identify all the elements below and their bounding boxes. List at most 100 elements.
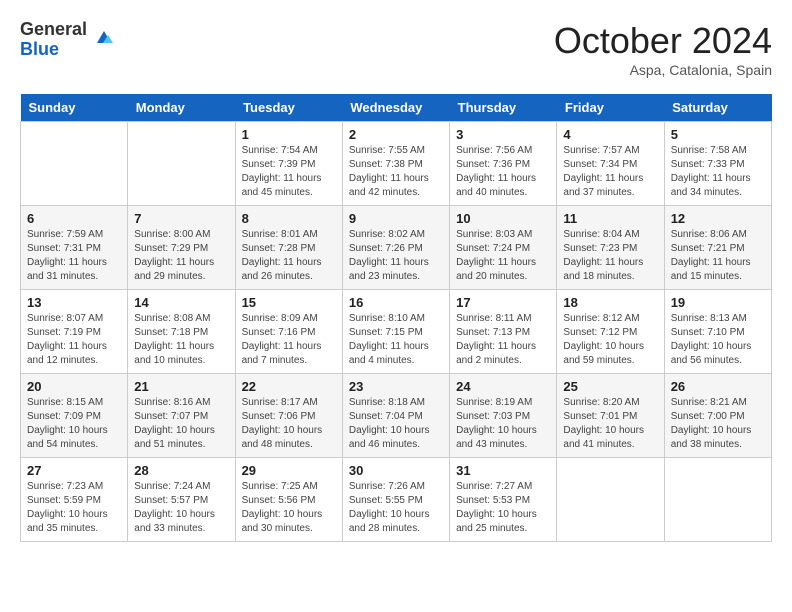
day-number: 31 [456,463,550,478]
calendar-cell: 23Sunrise: 8:18 AM Sunset: 7:04 PM Dayli… [342,374,449,458]
logo-general-text: General [20,20,87,40]
day-number: 10 [456,211,550,226]
day-detail: Sunrise: 8:02 AM Sunset: 7:26 PM Dayligh… [349,228,443,284]
day-number: 19 [671,295,765,310]
day-number: 7 [134,211,228,226]
logo-blue-text: Blue [20,40,87,60]
day-detail: Sunrise: 8:13 AM Sunset: 7:10 PM Dayligh… [671,312,765,368]
calendar-cell [128,122,235,206]
day-detail: Sunrise: 7:24 AM Sunset: 5:57 PM Dayligh… [134,480,228,536]
location-subtitle: Aspa, Catalonia, Spain [554,62,772,78]
day-detail: Sunrise: 8:01 AM Sunset: 7:28 PM Dayligh… [242,228,336,284]
day-number: 9 [349,211,443,226]
calendar-cell: 12Sunrise: 8:06 AM Sunset: 7:21 PM Dayli… [664,206,771,290]
logo: General Blue [20,20,119,60]
day-number: 8 [242,211,336,226]
calendar-cell: 21Sunrise: 8:16 AM Sunset: 7:07 PM Dayli… [128,374,235,458]
day-detail: Sunrise: 8:10 AM Sunset: 7:15 PM Dayligh… [349,312,443,368]
calendar-cell: 4 Sunrise: 7:57 AM Sunset: 7:34 PM Daylig… [557,122,664,206]
day-number: 29 [242,463,336,478]
day-number: 13 [27,295,121,310]
day-number: 28 [134,463,228,478]
calendar-cell: 26 Sunrise: 8:21 AM Sunset: 7:00 PM Dayli… [664,374,771,458]
day-number: 4 [563,127,657,142]
day-number: 24 [456,379,550,394]
day-detail: Sunrise: 8:04 AM Sunset: 7:23 PM Dayligh… [563,228,657,284]
day-detail: Sunrise: 7:57 AM Sunset: 7:34 PM Dayligh… [563,144,657,200]
day-number: 27 [27,463,121,478]
day-detail: Sunrise: 8:03 AM Sunset: 7:24 PM Dayligh… [456,228,550,284]
calendar-cell [557,458,664,542]
calendar-cell: 29 Sunrise: 7:25 AM Sunset: 5:56 PM Dayli… [235,458,342,542]
day-detail: Sunrise: 8:07 AM Sunset: 7:19 PM Dayligh… [27,312,121,368]
calendar-cell: 13 Sunrise: 8:07 AM Sunset: 7:19 PM Dayli… [21,290,128,374]
calendar-week-row: 1 Sunrise: 7:54 AM Sunset: 7:39 PM Daylig… [21,122,772,206]
day-detail: Sunrise: 7:54 AM Sunset: 7:39 PM Dayligh… [242,144,336,200]
calendar-cell: 11 Sunrise: 8:04 AM Sunset: 7:23 PM Dayli… [557,206,664,290]
day-number: 18 [563,295,657,310]
day-detail: Sunrise: 7:26 AM Sunset: 5:55 PM Dayligh… [349,480,443,536]
day-detail: Sunrise: 8:20 AM Sunset: 7:01 PM Dayligh… [563,396,657,452]
calendar-cell: 16 Sunrise: 8:10 AM Sunset: 7:15 PM Dayli… [342,290,449,374]
column-header-sunday: Sunday [21,94,128,122]
day-number: 3 [456,127,550,142]
calendar-cell: 31 Sunrise: 7:27 AM Sunset: 5:53 PM Dayli… [450,458,557,542]
day-number: 22 [242,379,336,394]
day-detail: Sunrise: 7:56 AM Sunset: 7:36 PM Dayligh… [456,144,550,200]
column-header-tuesday: Tuesday [235,94,342,122]
day-detail: Sunrise: 7:55 AM Sunset: 7:38 PM Dayligh… [349,144,443,200]
calendar-week-row: 6Sunrise: 7:59 AM Sunset: 7:31 PM Daylig… [21,206,772,290]
day-detail: Sunrise: 8:21 AM Sunset: 7:00 PM Dayligh… [671,396,765,452]
calendar-week-row: 20Sunrise: 8:15 AM Sunset: 7:09 PM Dayli… [21,374,772,458]
day-detail: Sunrise: 7:27 AM Sunset: 5:53 PM Dayligh… [456,480,550,536]
calendar-cell: 22 Sunrise: 8:17 AM Sunset: 7:06 PM Dayli… [235,374,342,458]
calendar-cell: 25 Sunrise: 8:20 AM Sunset: 7:01 PM Dayli… [557,374,664,458]
day-number: 16 [349,295,443,310]
column-header-friday: Friday [557,94,664,122]
calendar-cell: 2 Sunrise: 7:55 AM Sunset: 7:38 PM Daylig… [342,122,449,206]
calendar-cell: 10 Sunrise: 8:03 AM Sunset: 7:24 PM Dayli… [450,206,557,290]
calendar-cell: 14 Sunrise: 8:08 AM Sunset: 7:18 PM Dayli… [128,290,235,374]
calendar-cell: 5 Sunrise: 7:58 AM Sunset: 7:33 PM Daylig… [664,122,771,206]
calendar-cell: 20Sunrise: 8:15 AM Sunset: 7:09 PM Dayli… [21,374,128,458]
calendar-cell: 9 Sunrise: 8:02 AM Sunset: 7:26 PM Daylig… [342,206,449,290]
title-area: October 2024 Aspa, Catalonia, Spain [554,20,772,78]
column-header-thursday: Thursday [450,94,557,122]
day-number: 20 [27,379,121,394]
day-detail: Sunrise: 8:12 AM Sunset: 7:12 PM Dayligh… [563,312,657,368]
day-number: 26 [671,379,765,394]
column-header-monday: Monday [128,94,235,122]
calendar-cell: 7Sunrise: 8:00 AM Sunset: 7:29 PM Daylig… [128,206,235,290]
day-detail: Sunrise: 8:19 AM Sunset: 7:03 PM Dayligh… [456,396,550,452]
day-number: 5 [671,127,765,142]
calendar-cell: 30 Sunrise: 7:26 AM Sunset: 5:55 PM Dayli… [342,458,449,542]
day-detail: Sunrise: 7:25 AM Sunset: 5:56 PM Dayligh… [242,480,336,536]
calendar-table: SundayMondayTuesdayWednesdayThursdayFrid… [20,94,772,542]
calendar-cell: 15Sunrise: 8:09 AM Sunset: 7:16 PM Dayli… [235,290,342,374]
day-number: 14 [134,295,228,310]
column-header-saturday: Saturday [664,94,771,122]
day-number: 12 [671,211,765,226]
day-number: 1 [242,127,336,142]
calendar-cell [664,458,771,542]
day-number: 25 [563,379,657,394]
day-detail: Sunrise: 8:09 AM Sunset: 7:16 PM Dayligh… [242,312,336,368]
calendar-cell [21,122,128,206]
day-detail: Sunrise: 7:58 AM Sunset: 7:33 PM Dayligh… [671,144,765,200]
day-number: 2 [349,127,443,142]
day-number: 11 [563,211,657,226]
calendar-cell: 6Sunrise: 7:59 AM Sunset: 7:31 PM Daylig… [21,206,128,290]
day-number: 30 [349,463,443,478]
day-number: 17 [456,295,550,310]
page-header: General Blue October 2024 Aspa, Cataloni… [20,20,772,78]
calendar-cell: 8 Sunrise: 8:01 AM Sunset: 7:28 PM Daylig… [235,206,342,290]
logo-icon [89,23,119,53]
calendar-cell: 18 Sunrise: 8:12 AM Sunset: 7:12 PM Dayli… [557,290,664,374]
calendar-cell: 27Sunrise: 7:23 AM Sunset: 5:59 PM Dayli… [21,458,128,542]
day-number: 21 [134,379,228,394]
day-number: 6 [27,211,121,226]
day-detail: Sunrise: 8:17 AM Sunset: 7:06 PM Dayligh… [242,396,336,452]
calendar-cell: 3 Sunrise: 7:56 AM Sunset: 7:36 PM Daylig… [450,122,557,206]
day-detail: Sunrise: 8:08 AM Sunset: 7:18 PM Dayligh… [134,312,228,368]
calendar-cell: 19 Sunrise: 8:13 AM Sunset: 7:10 PM Dayli… [664,290,771,374]
